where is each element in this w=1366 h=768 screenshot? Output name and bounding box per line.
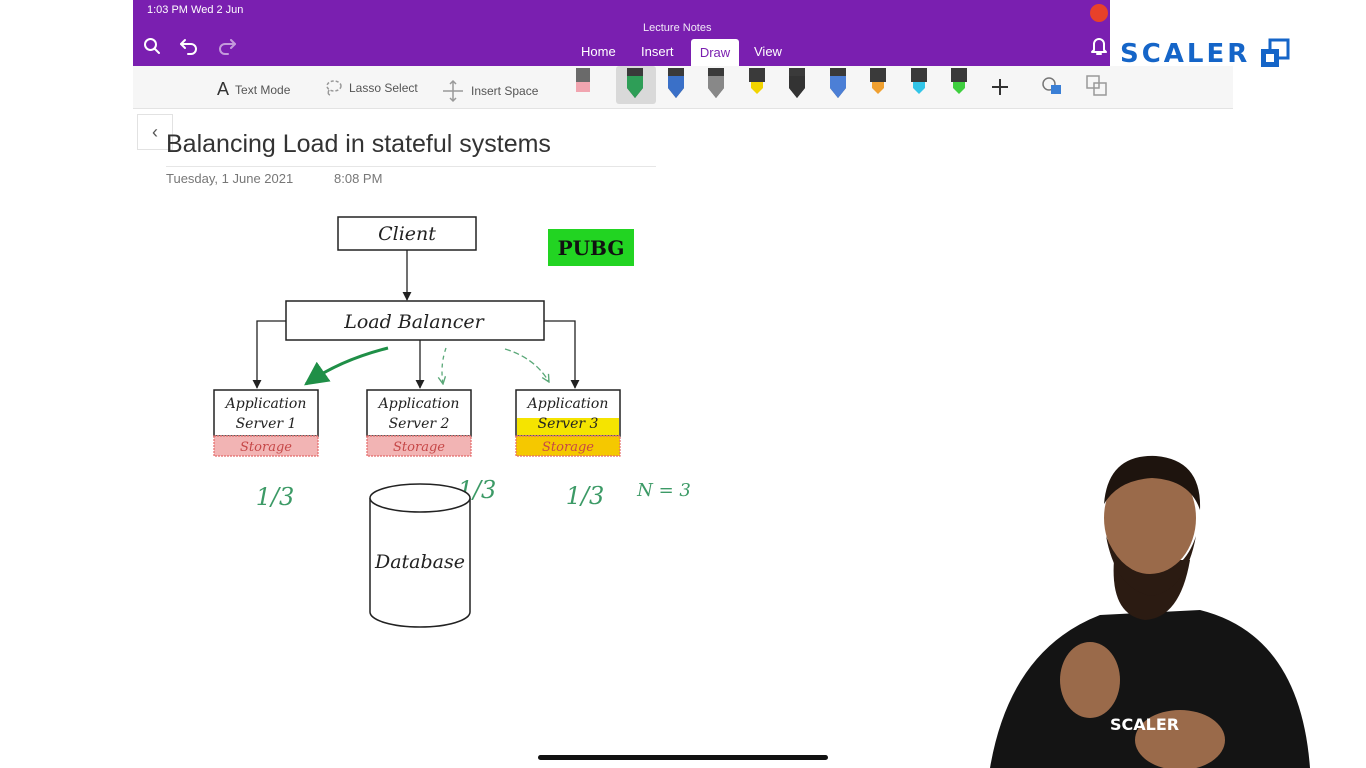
add-pen-icon[interactable] <box>991 78 1009 96</box>
database-label: Database <box>374 551 465 573</box>
architecture-diagram: Client Load Balancer PUBG Application Se… <box>213 216 691 628</box>
client-label: Client <box>378 223 436 245</box>
lb-to-server3-arrow <box>544 320 580 389</box>
green-dashed-arrow <box>442 347 447 384</box>
highlighter-icon[interactable] <box>909 68 929 100</box>
server-2-storage-label: Storage <box>393 440 445 455</box>
pubg-tag-label: PUBG <box>558 236 625 260</box>
server-1-share: 1/3 <box>256 483 295 511</box>
server-2-line2: Server 2 <box>389 416 450 432</box>
green-curve-arrow <box>504 348 549 382</box>
lb-to-server1-arrow <box>252 320 286 389</box>
cube-icon <box>1261 38 1290 67</box>
ink-to-shape-icon[interactable] <box>1085 74 1109 98</box>
shapes-icon[interactable] <box>1041 76 1063 96</box>
server-1-storage-label: Storage <box>240 440 292 455</box>
server-3-line1: Application <box>526 396 609 412</box>
n-equals-label: N = 3 <box>636 480 691 501</box>
server-1-line2: Server 1 <box>236 416 297 432</box>
brand-name: SCALER <box>1120 39 1251 69</box>
server-2-line1: Application <box>377 396 460 412</box>
highlighter-icon[interactable] <box>949 68 969 100</box>
home-indicator <box>538 755 828 760</box>
server-3-storage-label: Storage <box>542 440 594 455</box>
record-indicator <box>1090 4 1108 22</box>
server-3-line2: Server 3 <box>538 416 599 432</box>
green-route-arrow <box>304 346 389 386</box>
presenter-shirt-logo: SCALER <box>1110 715 1179 734</box>
bell-icon[interactable] <box>1090 36 1108 56</box>
server-1-line1: Application <box>224 396 307 412</box>
load-balancer-label: Load Balancer <box>343 311 485 333</box>
database-top <box>369 483 471 513</box>
server-3-share: 1/3 <box>566 482 605 510</box>
presenter-video: SCALER <box>990 455 1310 768</box>
